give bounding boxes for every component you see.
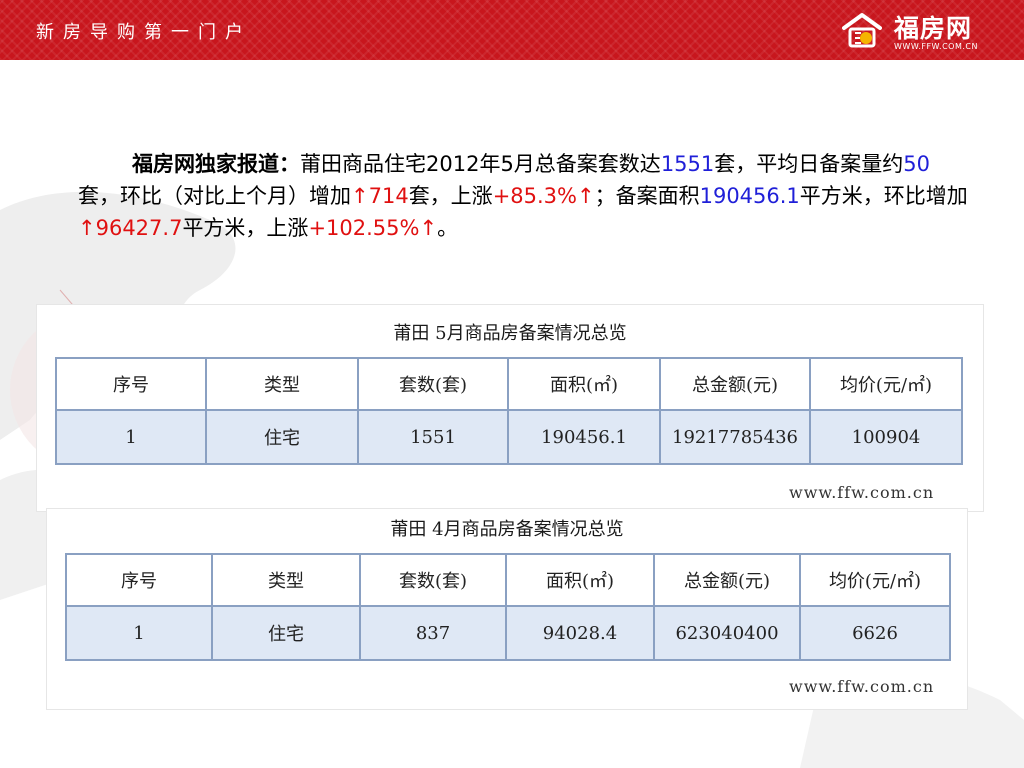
table-cell: 100904 [809,409,963,465]
column-header: 均价(元/㎡) [799,553,951,607]
may-summary-table: 序号 类型 套数(套) 面积(㎡) 总金额(元) 均价(元/㎡) 1 住宅 15… [55,357,963,465]
table-cell: 住宅 [211,605,361,661]
column-header: 总金额(元) [659,357,811,411]
house-logo-icon [842,13,882,48]
logo-name: 福房网 [894,14,973,43]
column-header: 序号 [55,357,207,411]
site-logo[interactable]: 福房网 WWW.FFW.COM.CN [842,6,1002,54]
table-cell: 19217785436 [659,409,811,465]
table-cell: 1551 [357,409,509,465]
table-cell: 623040400 [653,605,801,661]
header-banner: 新房导购第一门户 福房网 WWW.FFW.COM.CN [0,0,1024,60]
table-title: 莆田 5月商品房备案情况总览 [393,323,627,344]
value-area-increase: ↑96427.7 [78,216,183,240]
table-title: 莆田 4月商品房备案情况总览 [390,519,624,540]
column-header: 套数(套) [359,553,507,607]
value-unit-increase: ↑714 [351,184,409,208]
report-text: 套，环比（对比上个月）增加 [78,184,351,208]
column-header: 类型 [211,553,361,607]
report-text: 套，上涨 [408,184,493,208]
value-unit-percent: +85.3%↑ [492,184,595,208]
header-slogan: 新房导购第一门户 [36,22,252,43]
table-cell: 1 [65,605,213,661]
column-header: 面积(㎡) [505,553,655,607]
table-row: 1 住宅 837 94028.4 623040400 6626 [65,605,951,661]
table-row: 1 住宅 1551 190456.1 19217785436 100904 [55,409,963,465]
column-header: 序号 [65,553,213,607]
watermark: www.ffw.com.cn [789,483,935,502]
value-area-percent: +102.55%↑ [308,216,438,240]
column-header: 面积(㎡) [507,357,661,411]
column-header: 总金额(元) [653,553,801,607]
table-cell: 住宅 [205,409,359,465]
column-header: 均价(元/㎡) [809,357,963,411]
value-area: 190456.1 [699,184,800,208]
table-cell: 94028.4 [505,605,655,661]
column-header: 类型 [205,357,359,411]
column-header: 套数(套) [357,357,509,411]
report-paragraph: 福房网独家报道：莆田商品住宅2012年5月总备案套数达1551套，平均日备案量约… [78,148,968,244]
april-table-panel: 莆田 4月商品房备案情况总览 序号 类型 套数(套) 面积(㎡) 总金额(元) … [46,508,968,710]
table-cell: 1 [55,409,207,465]
april-summary-table: 序号 类型 套数(套) 面积(㎡) 总金额(元) 均价(元/㎡) 1 住宅 83… [65,553,951,661]
table-header-row: 序号 类型 套数(套) 面积(㎡) 总金额(元) 均价(元/㎡) [55,357,963,411]
logo-url: WWW.FFW.COM.CN [894,42,978,51]
value-total-units: 1551 [660,152,715,176]
report-text: 平方米，上涨 [182,216,309,240]
report-text: ；备案面积 [594,184,700,208]
report-text: 套，平均日备案量约 [714,152,904,176]
table-header-row: 序号 类型 套数(套) 面积(㎡) 总金额(元) 均价(元/㎡) [65,553,951,607]
table-cell: 837 [359,605,507,661]
report-text: 平方米，环比增加 [799,184,968,208]
may-table-panel: 莆田 5月商品房备案情况总览 序号 类型 套数(套) 面积(㎡) 总金额(元) … [36,304,984,512]
value-daily-average: 50 [903,152,930,176]
report-text: 莆田商品住宅2012年5月总备案套数达 [300,152,661,176]
table-cell: 190456.1 [507,409,661,465]
report-text: 。 [437,216,459,240]
table-cell: 6626 [799,605,951,661]
watermark: www.ffw.com.cn [789,677,935,696]
report-lead: 福房网独家报道： [132,152,300,176]
